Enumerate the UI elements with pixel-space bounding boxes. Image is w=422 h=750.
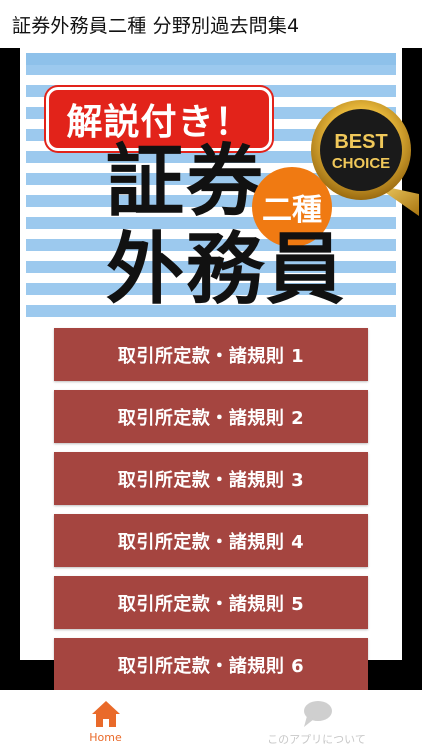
bottom-navigation: Home このアプリについて [0, 690, 422, 750]
category-button-3[interactable]: 取引所定款・諸規則 3 [54, 452, 368, 505]
category-button-label: 取引所定款・諸規則 4 [117, 531, 305, 553]
app-title: 証券外務員二種 分野別過去問集4 [12, 14, 300, 37]
category-button-6[interactable]: 取引所定款・諸規則 6 [54, 638, 368, 690]
best-choice-badge-icon: BEST CHOICE [311, 100, 419, 216]
category-button-label: 取引所定款・諸規則 5 [117, 593, 305, 615]
banner-title-line2: 外務員 [106, 225, 347, 315]
content-area[interactable]: 解説付き！ 証券 二種 外務員 BEST CHOICE 取引所定款・諸規則 1 … [0, 48, 422, 690]
nav-about-label: このアプリについて [267, 733, 366, 746]
category-button-1[interactable]: 取引所定款・諸規則 1 [54, 328, 368, 381]
category-button-label: 取引所定款・諸規則 3 [117, 469, 305, 491]
app-screen: 証券外務員二種 分野別過去問集4 解説付き！ 証券 二種 外務員 BEST CH… [0, 0, 422, 750]
category-button-label: 取引所定款・諸規則 6 [117, 655, 305, 677]
nav-home-label: Home [89, 731, 122, 744]
badge-text-best: BEST [334, 131, 387, 153]
banner-stripe [26, 53, 396, 65]
category-button-label: 取引所定款・諸規則 1 [117, 345, 305, 367]
nav-about[interactable]: このアプリについて [211, 690, 422, 750]
category-button-4[interactable]: 取引所定款・諸規則 4 [54, 514, 368, 567]
nav-home[interactable]: Home [0, 690, 211, 750]
category-button-label: 取引所定款・諸規則 2 [117, 407, 305, 429]
chat-bubble-icon [303, 701, 332, 727]
category-button-5[interactable]: 取引所定款・諸規則 5 [54, 576, 368, 629]
app-bar: 証券外務員二種 分野別過去問集4 [0, 0, 422, 48]
banner-title-line1: 証券 [106, 137, 267, 227]
category-button-2[interactable]: 取引所定款・諸規則 2 [54, 390, 368, 443]
badge-text-choice: CHOICE [332, 155, 390, 172]
home-icon [91, 701, 120, 727]
